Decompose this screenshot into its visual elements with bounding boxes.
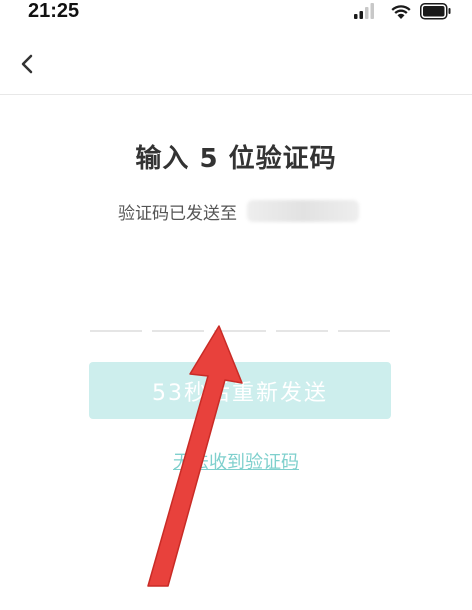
status-icons: [350, 2, 460, 20]
sent-info: 验证码已发送至: [118, 198, 359, 224]
phone-number-redacted: [247, 200, 359, 222]
code-digit-2[interactable]: [152, 330, 204, 332]
code-digit-3[interactable]: [214, 330, 266, 332]
back-button[interactable]: [10, 46, 46, 82]
sent-label: 验证码已发送至: [118, 203, 237, 224]
battery-icon: [420, 3, 451, 20]
chevron-left-icon: [21, 54, 33, 74]
code-input[interactable]: [90, 318, 390, 338]
resend-button[interactable]: 53秒后重新发送: [89, 362, 391, 419]
status-bar: 21:25: [0, 0, 472, 26]
code-digit-4[interactable]: [276, 330, 328, 332]
page-title: 输入 5 位验证码: [135, 144, 337, 174]
code-digit-1[interactable]: [90, 330, 142, 332]
resend-label: 53秒后重新发送: [152, 380, 328, 406]
signal-icon: [354, 3, 374, 19]
code-digit-5[interactable]: [338, 330, 390, 332]
no-code-link[interactable]: 无法收到验证码: [0, 448, 472, 474]
wifi-icon: [391, 5, 411, 19]
nav-bar: [0, 36, 472, 95]
status-time: 21:25: [28, 0, 80, 22]
